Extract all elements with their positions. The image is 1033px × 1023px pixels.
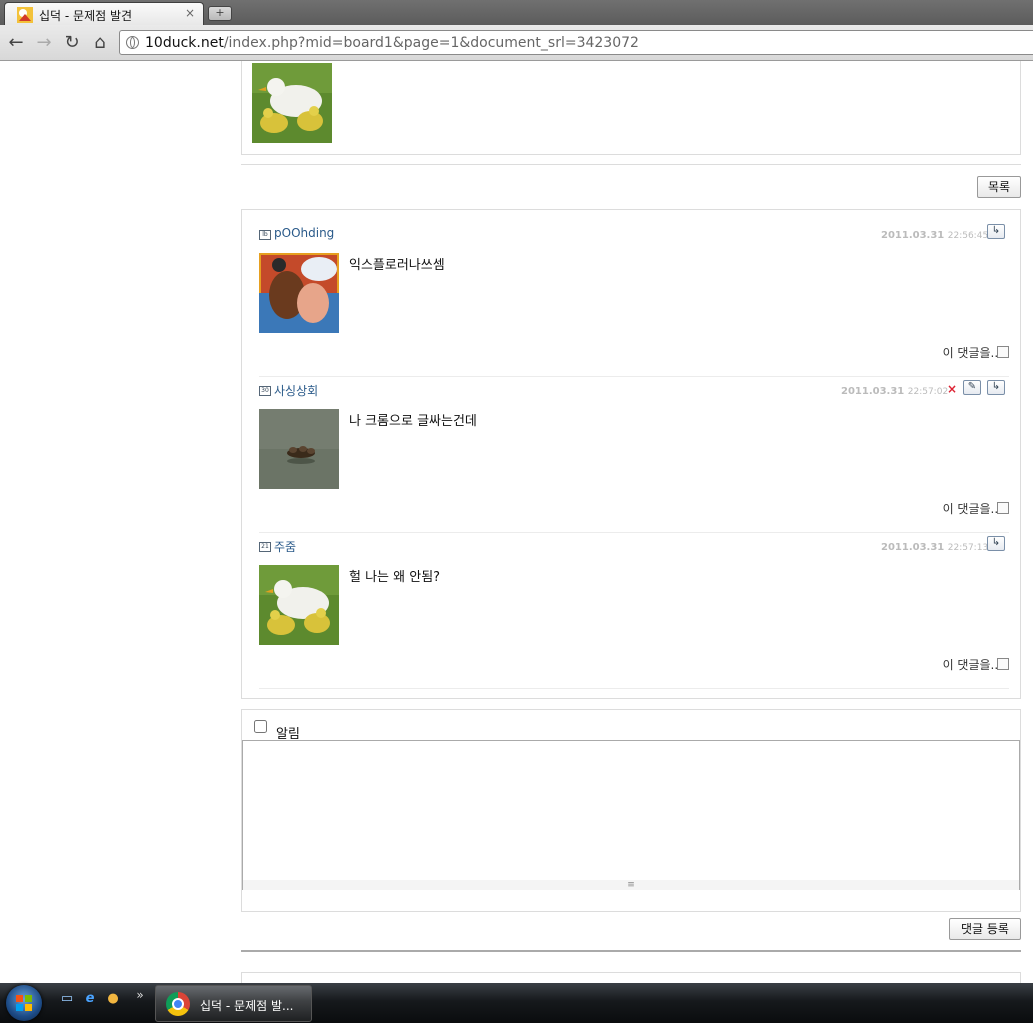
document-icon[interactable] <box>997 502 1009 514</box>
comment-date: 2011.03.31 <box>841 386 905 397</box>
taskbar: ▭ e ● » 십덕 - 문제점 발... <box>0 983 1033 1023</box>
reload-icon[interactable]: ↻ <box>61 32 83 54</box>
comment-avatar <box>259 253 339 333</box>
comment-time: 22:57:13 <box>947 543 989 553</box>
comment-more-link[interactable]: 이 댓글을... <box>943 656 1002 673</box>
post-image <box>252 63 332 143</box>
comment-time: 22:57:02 <box>907 387 949 397</box>
site-favicon-icon <box>17 7 33 23</box>
media-icon[interactable]: ● <box>105 991 121 1007</box>
url-text: 10duck.net/index.php?mid=board1&page=1&d… <box>145 35 639 51</box>
comment-list: lb pOOhding 2011.03.31 22:56:45 ↳ 익스플로러나… <box>241 209 1021 699</box>
tab-close-icon[interactable]: × <box>185 6 195 20</box>
tab-title: 십덕 - 문제점 발견 <box>39 9 133 23</box>
next-section <box>241 972 1021 983</box>
quicklaunch-chevron-icon[interactable]: » <box>132 987 148 1003</box>
comment-date: 2011.03.31 <box>881 230 945 241</box>
comment-divider <box>259 532 1009 533</box>
comment-datetime: 2011.03.31 22:56:45 <box>881 230 988 241</box>
internet-explorer-icon[interactable]: e <box>82 991 98 1007</box>
comment-author[interactable]: 주줌 <box>274 538 296 555</box>
delete-icon[interactable]: × <box>947 382 957 396</box>
comment-text: 헐 나는 왜 안됨? <box>349 570 441 585</box>
tab-strip: 십덕 - 문제점 발견 × + <box>0 0 1033 25</box>
comment-more-link[interactable]: 이 댓글을... <box>943 344 1002 361</box>
new-tab-button[interactable]: + <box>208 6 232 21</box>
comment-avatar <box>259 409 339 489</box>
notify-checkbox[interactable] <box>254 720 267 733</box>
comment-datetime: 2011.03.31 22:57:02 <box>841 386 948 397</box>
level-badge-icon: 21 <box>259 542 271 552</box>
submit-comment-button[interactable]: 댓글 등록 <box>949 918 1021 940</box>
forward-icon[interactable]: → <box>33 32 55 54</box>
level-badge-icon: lb <box>259 230 271 240</box>
comment-text: 익스플로러나쓰셈 <box>349 258 445 273</box>
windows-logo-icon <box>16 995 32 1011</box>
comment-text: 나 크롬으로 글싸는건데 <box>349 414 477 429</box>
url-path: /index.php?mid=board1&page=1&document_sr… <box>223 35 639 51</box>
home-icon[interactable]: ⌂ <box>89 32 111 54</box>
document-icon[interactable] <box>997 346 1009 358</box>
browser-tab[interactable]: 십덕 - 문제점 발견 × <box>4 2 204 25</box>
chrome-icon <box>166 992 190 1016</box>
comment-textarea[interactable] <box>242 740 1020 890</box>
list-button[interactable]: 목록 <box>977 176 1021 198</box>
comment-time: 22:56:45 <box>947 231 989 241</box>
comment-meta: 2011.03.31 22:57:02 × ✎ ↳ <box>841 380 1009 398</box>
comment-datetime: 2011.03.31 22:57:13 <box>881 542 988 553</box>
taskbar-label: 십덕 - 문제점 발... <box>200 999 294 1013</box>
reply-icon[interactable]: ↳ <box>987 224 1005 239</box>
address-bar[interactable]: 10duck.net/index.php?mid=board1&page=1&d… <box>119 30 1033 55</box>
comment-item: lb pOOhding 2011.03.31 22:56:45 ↳ 익스플로러나… <box>259 224 1009 381</box>
comment-item: 30 사싱상회 2011.03.31 22:57:02 × ✎ ↳ 나 크롬으로… <box>259 380 1009 537</box>
divider <box>241 164 1021 165</box>
comment-divider <box>259 376 1009 377</box>
resize-handle-icon[interactable]: ≡ <box>243 880 1019 890</box>
start-button[interactable] <box>6 985 42 1021</box>
comment-meta: 2011.03.31 22:56:45 ↳ <box>881 224 1009 242</box>
taskbar-chrome-button[interactable]: 십덕 - 문제점 발... <box>155 985 312 1022</box>
reply-icon[interactable]: ↳ <box>987 536 1005 551</box>
comment-meta: 2011.03.31 22:57:13 ↳ <box>881 536 1009 554</box>
comment-date: 2011.03.31 <box>881 542 945 553</box>
document-icon[interactable] <box>997 658 1009 670</box>
back-icon[interactable]: ← <box>5 32 27 54</box>
comment-item: 21 주줌 2011.03.31 22:57:13 ↳ 헐 나는 왜 안됨? 이… <box>259 536 1009 693</box>
post-body <box>241 61 1021 155</box>
edit-icon[interactable]: ✎ <box>963 380 981 395</box>
comment-author[interactable]: 사싱상회 <box>274 382 318 399</box>
comment-avatar <box>259 565 339 645</box>
comment-form: 알림 ≡ <box>241 709 1021 912</box>
globe-icon <box>126 36 139 49</box>
show-desktop-icon[interactable]: ▭ <box>59 991 75 1007</box>
level-badge-icon: 30 <box>259 386 271 396</box>
reply-icon[interactable]: ↳ <box>987 380 1005 395</box>
browser-toolbar: ← → ↻ ⌂ 10duck.net/index.php?mid=board1&… <box>0 25 1033 61</box>
comment-more-link[interactable]: 이 댓글을... <box>943 500 1002 517</box>
comment-divider <box>259 688 1009 689</box>
comment-author[interactable]: pOOhding <box>274 226 334 240</box>
divider <box>241 950 1021 952</box>
url-host: 10duck.net <box>145 35 224 51</box>
page-content: 목록 lb pOOhding 2011.03.31 22:56:45 ↳ 익스플… <box>0 61 1033 983</box>
